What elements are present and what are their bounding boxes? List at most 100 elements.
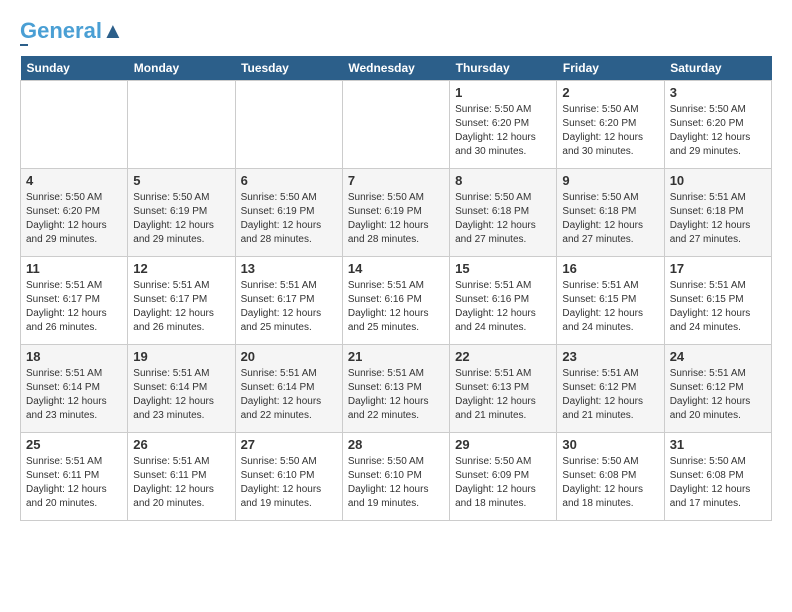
day-number: 13 bbox=[241, 261, 337, 276]
calendar-cell-1-2 bbox=[128, 81, 235, 169]
weekday-header-friday: Friday bbox=[557, 56, 664, 81]
day-number: 17 bbox=[670, 261, 766, 276]
day-number: 10 bbox=[670, 173, 766, 188]
logo-general: General bbox=[20, 18, 102, 43]
week-row-1: 1 Sunrise: 5:50 AMSunset: 6:20 PMDaylight… bbox=[21, 81, 772, 169]
calendar-cell-4-5: 22Sunrise: 5:51 AMSunset: 6:13 PMDayligh… bbox=[450, 345, 557, 433]
day-number: 12 bbox=[133, 261, 229, 276]
calendar-cell-1-6: 2Sunrise: 5:50 AMSunset: 6:20 PMDaylight… bbox=[557, 81, 664, 169]
calendar-cell-4-7: 24 Sunrise: 5:51 AMSunset: 6:12 PMDayligh… bbox=[664, 345, 771, 433]
day-number: 27 bbox=[241, 437, 337, 452]
day-info: Sunrise: 5:50 AMSunset: 6:20 PMDaylight:… bbox=[562, 103, 658, 159]
day-number: 20 bbox=[241, 349, 337, 364]
calendar-cell-2-4: 7Sunrise: 5:50 AMSunset: 6:19 PMDaylight… bbox=[342, 169, 449, 257]
calendar-cell-5-5: 29 Sunrise: 5:50 AMSunset: 6:09 PMDayligh… bbox=[450, 433, 557, 521]
calendar-cell-3-4: 14 Sunrise: 5:51 AMSunset: 6:16 PMDayligh… bbox=[342, 257, 449, 345]
calendar-cell-3-3: 13 Sunrise: 5:51 AMSunset: 6:17 PMDayligh… bbox=[235, 257, 342, 345]
calendar-table: SundayMondayTuesdayWednesdayThursdayFrid… bbox=[20, 56, 772, 521]
calendar-cell-2-7: 10 Sunrise: 5:51 AMSunset: 6:18 PMDayligh… bbox=[664, 169, 771, 257]
day-number: 1 bbox=[455, 85, 551, 100]
weekday-header-sunday: Sunday bbox=[21, 56, 128, 81]
day-info: Sunrise: 5:51 AMSunset: 6:18 PMDaylight:… bbox=[670, 191, 766, 247]
calendar-cell-4-1: 18 Sunrise: 5:51 AMSunset: 6:14 PMDayligh… bbox=[21, 345, 128, 433]
day-number: 28 bbox=[348, 437, 444, 452]
day-number: 8 bbox=[455, 173, 551, 188]
day-number: 29 bbox=[455, 437, 551, 452]
day-info: Sunrise: 5:51 AMSunset: 6:13 PMDaylight:… bbox=[348, 367, 444, 423]
day-info: Sunrise: 5:51 AMSunset: 6:17 PMDaylight:… bbox=[26, 279, 122, 335]
calendar-cell-1-1 bbox=[21, 81, 128, 169]
day-info: Sunrise: 5:51 AMSunset: 6:11 PMDaylight:… bbox=[133, 455, 229, 511]
day-info: Sunrise: 5:51 AMSunset: 6:15 PMDaylight:… bbox=[670, 279, 766, 335]
day-info: Sunrise: 5:51 AMSunset: 6:11 PMDaylight:… bbox=[26, 455, 122, 511]
day-info: Sunrise: 5:50 AMSunset: 6:18 PMDaylight:… bbox=[455, 191, 551, 247]
logo: General▲ bbox=[20, 20, 124, 46]
weekday-header-saturday: Saturday bbox=[664, 56, 771, 81]
calendar-cell-2-5: 8 Sunrise: 5:50 AMSunset: 6:18 PMDaylight… bbox=[450, 169, 557, 257]
day-number: 30 bbox=[562, 437, 658, 452]
day-info: Sunrise: 5:51 AMSunset: 6:14 PMDaylight:… bbox=[241, 367, 337, 423]
calendar-cell-5-4: 28 Sunrise: 5:50 AMSunset: 6:10 PMDayligh… bbox=[342, 433, 449, 521]
day-info: Sunrise: 5:50 AMSunset: 6:19 PMDaylight:… bbox=[241, 191, 337, 247]
week-row-2: 4Sunrise: 5:50 AMSunset: 6:20 PMDaylight… bbox=[21, 169, 772, 257]
day-info: Sunrise: 5:50 AMSunset: 6:20 PMDaylight:… bbox=[455, 103, 551, 159]
calendar-cell-5-2: 26 Sunrise: 5:51 AMSunset: 6:11 PMDayligh… bbox=[128, 433, 235, 521]
day-info: Sunrise: 5:51 AMSunset: 6:13 PMDaylight:… bbox=[455, 367, 551, 423]
day-number: 24 bbox=[670, 349, 766, 364]
day-info: Sunrise: 5:51 AMSunset: 6:17 PMDaylight:… bbox=[133, 279, 229, 335]
day-info: Sunrise: 5:51 AMSunset: 6:14 PMDaylight:… bbox=[133, 367, 229, 423]
calendar-cell-3-6: 16 Sunrise: 5:51 AMSunset: 6:15 PMDayligh… bbox=[557, 257, 664, 345]
day-number: 4 bbox=[26, 173, 122, 188]
calendar-cell-2-6: 9 Sunrise: 5:50 AMSunset: 6:18 PMDaylight… bbox=[557, 169, 664, 257]
day-number: 18 bbox=[26, 349, 122, 364]
day-number: 11 bbox=[26, 261, 122, 276]
weekday-header-thursday: Thursday bbox=[450, 56, 557, 81]
day-info: Sunrise: 5:51 AMSunset: 6:12 PMDaylight:… bbox=[670, 367, 766, 423]
day-info: Sunrise: 5:50 AMSunset: 6:19 PMDaylight:… bbox=[133, 191, 229, 247]
calendar-cell-1-4 bbox=[342, 81, 449, 169]
calendar-cell-3-5: 15 Sunrise: 5:51 AMSunset: 6:16 PMDayligh… bbox=[450, 257, 557, 345]
logo-text: General▲ bbox=[20, 20, 124, 42]
calendar-cell-2-1: 4Sunrise: 5:50 AMSunset: 6:20 PMDaylight… bbox=[21, 169, 128, 257]
calendar-cell-3-7: 17 Sunrise: 5:51 AMSunset: 6:15 PMDayligh… bbox=[664, 257, 771, 345]
day-number: 15 bbox=[455, 261, 551, 276]
week-row-3: 11 Sunrise: 5:51 AMSunset: 6:17 PMDayligh… bbox=[21, 257, 772, 345]
day-info: Sunrise: 5:50 AMSunset: 6:09 PMDaylight:… bbox=[455, 455, 551, 511]
weekday-header-monday: Monday bbox=[128, 56, 235, 81]
week-row-5: 25 Sunrise: 5:51 AMSunset: 6:11 PMDayligh… bbox=[21, 433, 772, 521]
calendar-cell-4-6: 23Sunrise: 5:51 AMSunset: 6:12 PMDayligh… bbox=[557, 345, 664, 433]
calendar-cell-5-3: 27 Sunrise: 5:50 AMSunset: 6:10 PMDayligh… bbox=[235, 433, 342, 521]
calendar-cell-1-7: 3 Sunrise: 5:50 AMSunset: 6:20 PMDaylight… bbox=[664, 81, 771, 169]
calendar-cell-3-2: 12 Sunrise: 5:51 AMSunset: 6:17 PMDayligh… bbox=[128, 257, 235, 345]
day-info: Sunrise: 5:51 AMSunset: 6:16 PMDaylight:… bbox=[455, 279, 551, 335]
calendar-cell-5-7: 31 Sunrise: 5:50 AMSunset: 6:08 PMDayligh… bbox=[664, 433, 771, 521]
day-number: 25 bbox=[26, 437, 122, 452]
day-number: 26 bbox=[133, 437, 229, 452]
day-number: 3 bbox=[670, 85, 766, 100]
day-info: Sunrise: 5:50 AMSunset: 6:10 PMDaylight:… bbox=[241, 455, 337, 511]
day-info: Sunrise: 5:50 AMSunset: 6:20 PMDaylight:… bbox=[670, 103, 766, 159]
day-info: Sunrise: 5:51 AMSunset: 6:15 PMDaylight:… bbox=[562, 279, 658, 335]
day-number: 19 bbox=[133, 349, 229, 364]
day-info: Sunrise: 5:51 AMSunset: 6:16 PMDaylight:… bbox=[348, 279, 444, 335]
calendar-cell-2-2: 5Sunrise: 5:50 AMSunset: 6:19 PMDaylight… bbox=[128, 169, 235, 257]
weekday-header-wednesday: Wednesday bbox=[342, 56, 449, 81]
day-info: Sunrise: 5:50 AMSunset: 6:08 PMDaylight:… bbox=[562, 455, 658, 511]
calendar-cell-1-5: 1 Sunrise: 5:50 AMSunset: 6:20 PMDaylight… bbox=[450, 81, 557, 169]
day-info: Sunrise: 5:51 AMSunset: 6:17 PMDaylight:… bbox=[241, 279, 337, 335]
day-number: 14 bbox=[348, 261, 444, 276]
day-info: Sunrise: 5:50 AMSunset: 6:08 PMDaylight:… bbox=[670, 455, 766, 511]
calendar-cell-4-2: 19 Sunrise: 5:51 AMSunset: 6:14 PMDayligh… bbox=[128, 345, 235, 433]
calendar-cell-3-1: 11 Sunrise: 5:51 AMSunset: 6:17 PMDayligh… bbox=[21, 257, 128, 345]
weekday-header-row: SundayMondayTuesdayWednesdayThursdayFrid… bbox=[21, 56, 772, 81]
week-row-4: 18 Sunrise: 5:51 AMSunset: 6:14 PMDayligh… bbox=[21, 345, 772, 433]
day-info: Sunrise: 5:50 AMSunset: 6:10 PMDaylight:… bbox=[348, 455, 444, 511]
day-number: 9 bbox=[562, 173, 658, 188]
day-number: 21 bbox=[348, 349, 444, 364]
day-info: Sunrise: 5:50 AMSunset: 6:18 PMDaylight:… bbox=[562, 191, 658, 247]
logo-blue-label bbox=[20, 44, 28, 46]
day-number: 16 bbox=[562, 261, 658, 276]
day-number: 7 bbox=[348, 173, 444, 188]
day-number: 31 bbox=[670, 437, 766, 452]
day-info: Sunrise: 5:51 AMSunset: 6:14 PMDaylight:… bbox=[26, 367, 122, 423]
